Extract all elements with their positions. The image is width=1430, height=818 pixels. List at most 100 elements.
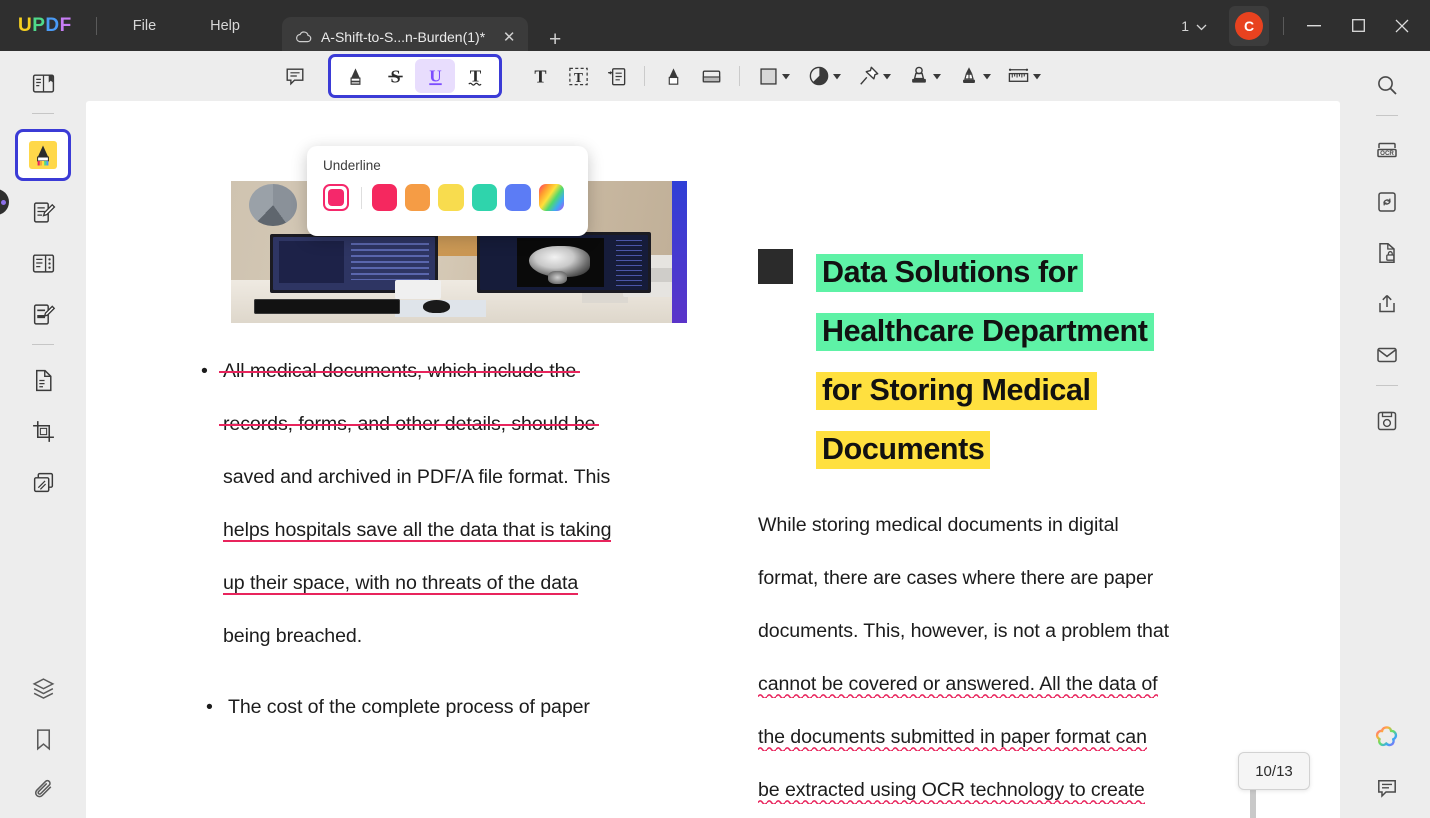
- avatar-wrapper[interactable]: C: [1229, 6, 1269, 46]
- close-icon[interactable]: ✕: [499, 27, 519, 47]
- chevron-down-icon: [883, 67, 891, 85]
- underline-tool[interactable]: U: [415, 59, 455, 93]
- convert-button[interactable]: [1364, 182, 1410, 222]
- heading-line-4: Documents: [816, 431, 990, 469]
- swatch-blue[interactable]: [505, 184, 530, 211]
- ruler-icon: [1007, 65, 1030, 88]
- plain-line-3: The cost of the complete process of pape…: [228, 681, 590, 734]
- sidebar-item-annotate[interactable]: [15, 129, 71, 181]
- rail-divider-1: [32, 113, 54, 114]
- photo-controller: [395, 280, 441, 298]
- file-lock-icon: [1375, 241, 1399, 265]
- strikethrough-tool[interactable]: S: [375, 59, 415, 93]
- minimize-button[interactable]: [1292, 0, 1336, 51]
- heading-bullet-square: [758, 249, 793, 284]
- measure-tool[interactable]: [999, 58, 1049, 94]
- swatch-rainbow[interactable]: [539, 184, 564, 211]
- svg-text:T: T: [469, 66, 481, 85]
- sidebar-item-batch[interactable]: [20, 462, 66, 502]
- rail-divider-2: [32, 344, 54, 345]
- save-as-button[interactable]: [1364, 401, 1410, 441]
- page-title: Data Solutions for Healthcare Department…: [816, 243, 1316, 479]
- stamp-tool[interactable]: [899, 58, 949, 94]
- right-rail-divider-1: [1376, 115, 1398, 116]
- search-button[interactable]: [1364, 65, 1410, 105]
- plain-line-1: saved and archived in PDF/A file format.…: [223, 466, 610, 488]
- sidebar-item-reader[interactable]: [20, 63, 66, 103]
- menu-file[interactable]: File: [119, 12, 170, 40]
- shape-tool[interactable]: [749, 58, 799, 94]
- sidebar-item-edit-pdf[interactable]: [20, 192, 66, 232]
- menu-help[interactable]: Help: [196, 12, 254, 40]
- page-layout-select[interactable]: 1: [1173, 13, 1215, 39]
- chevron-down-icon: [1033, 67, 1041, 85]
- protect-button[interactable]: [1364, 233, 1410, 273]
- new-tab-button[interactable]: +: [542, 27, 568, 53]
- text-box-tool[interactable]: T: [521, 58, 559, 94]
- sidebar-item-convert[interactable]: [20, 360, 66, 400]
- right-sidebar-bottom: [1364, 703, 1410, 818]
- sidebar-item-page-organize[interactable]: [20, 243, 66, 283]
- ai-clover-icon: [1373, 723, 1401, 751]
- swatch-yellow[interactable]: [438, 184, 463, 211]
- ocr-button[interactable]: OCR: [1364, 131, 1410, 171]
- ai-assistant-button[interactable]: [1364, 717, 1410, 757]
- sidebar-item-bookmarks[interactable]: [20, 719, 66, 759]
- underline-line-1: helps hospitals save all the data that i…: [223, 519, 611, 542]
- plain-line-2: being breached.: [223, 625, 362, 647]
- swatch-pink-selected[interactable]: [323, 184, 349, 211]
- sidebar-collapse-handle[interactable]: [0, 189, 9, 215]
- underline-color-popup[interactable]: Underline: [307, 146, 588, 236]
- chevron-down-icon: [782, 67, 790, 85]
- book-reader-icon: [31, 71, 56, 96]
- swatch-orange[interactable]: [405, 184, 430, 211]
- page-layout-value: 1: [1181, 18, 1189, 34]
- text-callout-tool[interactable]: T: [559, 58, 597, 94]
- avatar: C: [1235, 12, 1263, 40]
- logo-letter-p: P: [32, 16, 45, 35]
- email-button[interactable]: [1364, 335, 1410, 375]
- titlebar-divider: [96, 17, 97, 35]
- sidebar-item-form[interactable]: [20, 294, 66, 334]
- swatch-crimson[interactable]: [372, 184, 397, 211]
- pencil-tool[interactable]: [654, 58, 692, 94]
- updf-window: U P D F File Help A-Shift-to-S...n-Burde…: [0, 0, 1430, 818]
- eraser-tool[interactable]: [692, 58, 730, 94]
- stickers-tool[interactable]: [799, 58, 849, 94]
- svg-text:T: T: [534, 66, 546, 86]
- highlight-tool[interactable]: [335, 59, 375, 93]
- squiggly-underline-tool[interactable]: T: [455, 59, 495, 93]
- para-line-1: While storing medical documents in digit…: [758, 499, 1318, 552]
- window-close-button[interactable]: [1380, 0, 1424, 51]
- highlighter-icon: [344, 65, 367, 88]
- sidebar-item-attachments[interactable]: [20, 770, 66, 810]
- sidebar-item-crop[interactable]: [20, 411, 66, 451]
- envelope-icon: [1375, 343, 1399, 367]
- heading-line-3: for Storing Medical: [816, 372, 1097, 410]
- text-note-tool[interactable]: [597, 58, 635, 94]
- chevron-down-icon: [1196, 18, 1207, 34]
- swatch-teal[interactable]: [472, 184, 497, 211]
- page-indicator: 10/13: [1238, 752, 1310, 790]
- stamp-pin-tool[interactable]: [849, 58, 899, 94]
- note-arrow-icon: [605, 65, 628, 88]
- ocr-icon: OCR: [1375, 139, 1399, 163]
- popup-title: Underline: [323, 158, 572, 173]
- chevron-down-icon: [983, 67, 991, 85]
- maximize-button[interactable]: [1336, 0, 1380, 51]
- para-line-3: documents. This, however, is not a probl…: [758, 605, 1318, 658]
- search-icon: [1375, 73, 1399, 97]
- photo-accent-bar: [672, 181, 688, 323]
- svg-text:OCR: OCR: [1380, 150, 1394, 157]
- share-button[interactable]: [1364, 284, 1410, 324]
- comments-panel-button[interactable]: [1364, 768, 1410, 808]
- sticky-note-tool[interactable]: [276, 58, 314, 94]
- batch-pages-icon: [31, 470, 56, 495]
- sidebar-item-layers[interactable]: [20, 668, 66, 708]
- markup-tool-group: S U T: [328, 54, 502, 98]
- document-canvas[interactable]: • All medical documents, which include t…: [86, 101, 1344, 818]
- pencil-icon: [662, 65, 685, 88]
- signature-tool[interactable]: [949, 58, 999, 94]
- bullet-list: • All medical documents, which include t…: [201, 345, 731, 734]
- comment-icon: [1375, 776, 1399, 800]
